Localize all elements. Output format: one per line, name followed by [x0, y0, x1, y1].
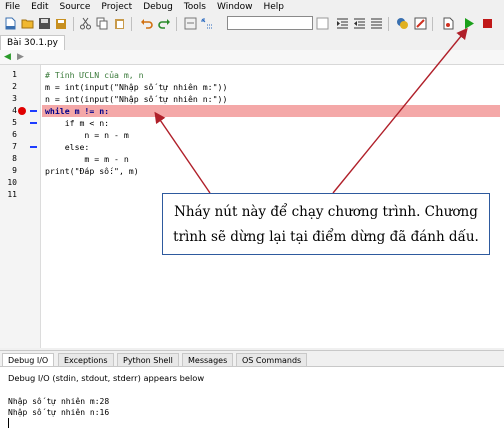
menu-source[interactable]: Source: [55, 0, 97, 14]
tab-exceptions[interactable]: Exceptions: [58, 353, 114, 367]
code-line: 1 # Tính ƯCLN của m, n: [0, 69, 504, 81]
comment-icon[interactable]: [370, 17, 383, 30]
stop-icon[interactable]: [481, 17, 494, 30]
code-text: if m < n:: [45, 118, 110, 128]
fold-icon[interactable]: [30, 122, 37, 124]
code-line: 9 print("Đáp số:", m): [0, 165, 504, 177]
menu-window[interactable]: Window: [212, 0, 259, 14]
toolbar: [0, 14, 504, 34]
text-cursor: [8, 418, 9, 428]
line-number: 8: [12, 154, 17, 163]
save-all-icon[interactable]: [55, 17, 68, 30]
console-header: Debug I/O (stdin, stdout, stderr) appear…: [8, 373, 205, 383]
cut-icon[interactable]: [79, 17, 92, 30]
redo-icon[interactable]: [158, 17, 171, 30]
code-line: 6 n = n - m: [0, 129, 504, 141]
annotation-line-2: trình sẽ dừng lại tại điểm dừng đã đánh …: [173, 229, 479, 245]
new-file-icon[interactable]: [4, 17, 17, 30]
code-line: 2 m = int(input("Nhập số tự nhiên m:")): [0, 81, 504, 93]
code-line-breakpoint: 4 while m != n:: [0, 105, 504, 117]
open-file-icon[interactable]: [21, 17, 34, 30]
code-text: m = m - n: [45, 154, 129, 164]
menu-tools[interactable]: Tools: [179, 0, 212, 14]
debug-run-icon[interactable]: [462, 17, 475, 30]
tab-messages[interactable]: Messages: [182, 353, 234, 367]
code-line: 10: [0, 177, 504, 189]
menu-help[interactable]: Help: [259, 0, 291, 14]
code-text: else:: [45, 142, 90, 152]
back-arrow-icon[interactable]: ◀: [4, 52, 11, 62]
paste-icon[interactable]: [113, 17, 126, 30]
breakpoint-icon[interactable]: [18, 107, 26, 115]
line-number: 11: [7, 190, 17, 199]
tab-os-commands[interactable]: OS Commands: [236, 353, 308, 367]
forward-arrow-icon[interactable]: ▶: [17, 52, 24, 62]
code-text: print("Đáp số:", m): [45, 166, 139, 176]
line-number: 1: [12, 70, 17, 79]
code-text: n = int(input("Nhập số tự nhiên n:")): [45, 94, 228, 104]
code-line: 8 m = m - n: [0, 153, 504, 165]
tab-python-shell[interactable]: Python Shell: [117, 353, 179, 367]
menu-edit[interactable]: Edit: [26, 0, 54, 14]
find-icon[interactable]: [184, 17, 197, 30]
run-file-icon[interactable]: [442, 17, 455, 30]
wing-debug-icon[interactable]: [414, 17, 427, 30]
bottom-panel-tabs: Debug I/O Exceptions Python Shell Messag…: [0, 350, 504, 367]
console-output-line: Nhập số tự nhiên m:28: [8, 397, 110, 406]
save-file-icon[interactable]: [38, 17, 51, 30]
menu-debug[interactable]: Debug: [138, 0, 179, 14]
indent-icon[interactable]: [336, 17, 349, 30]
fold-icon[interactable]: [30, 146, 37, 148]
line-number: 2: [12, 82, 17, 91]
line-number: 3: [12, 94, 17, 103]
code-text: n = n - m: [45, 130, 129, 140]
code-line: 7 else:: [0, 141, 504, 153]
editor-nav-row: ◀ ▶: [0, 50, 504, 64]
annotation-callout: Nháy nút này để chạy chương trình. Chươn…: [162, 193, 490, 255]
code-text: # Tính ƯCLN của m, n: [45, 70, 144, 80]
search-toggle-icon[interactable]: [316, 17, 329, 30]
dedent-icon[interactable]: [353, 17, 366, 30]
copy-icon[interactable]: [96, 17, 109, 30]
line-number: 9: [12, 166, 17, 175]
tab-debug-io[interactable]: Debug I/O: [2, 353, 55, 367]
line-number: 7: [12, 142, 17, 151]
editor-tab-strip: Bài 30.1.py: [0, 34, 504, 51]
menu-bar: File Edit Source Project Debug Tools Win…: [0, 0, 504, 14]
undo-icon[interactable]: [140, 17, 153, 30]
line-number: 5: [12, 118, 17, 127]
line-number: 4: [12, 106, 17, 115]
code-text: m = int(input("Nhập số tự nhiên m:")): [45, 82, 228, 92]
debug-io-console[interactable]: Debug I/O (stdin, stdout, stderr) appear…: [0, 366, 504, 439]
code-line: 5 if m < n:: [0, 117, 504, 129]
menu-file[interactable]: File: [0, 0, 26, 14]
menu-project[interactable]: Project: [96, 0, 138, 14]
python-icon[interactable]: [396, 17, 409, 30]
search-input[interactable]: [227, 16, 313, 30]
tab-file[interactable]: Bài 30.1.py: [0, 35, 65, 50]
fold-icon[interactable]: [30, 110, 37, 112]
console-output-line: Nhập số tự nhiên n:16: [8, 408, 110, 417]
line-number: 10: [7, 178, 17, 187]
code-text: while m != n:: [45, 106, 110, 116]
goto-definition-icon[interactable]: [201, 17, 214, 30]
code-line: 3 n = int(input("Nhập số tự nhiên n:")): [0, 93, 504, 105]
line-number: 6: [12, 130, 17, 139]
annotation-line-1: Nháy nút này để chạy chương trình. Chươn…: [174, 204, 478, 220]
